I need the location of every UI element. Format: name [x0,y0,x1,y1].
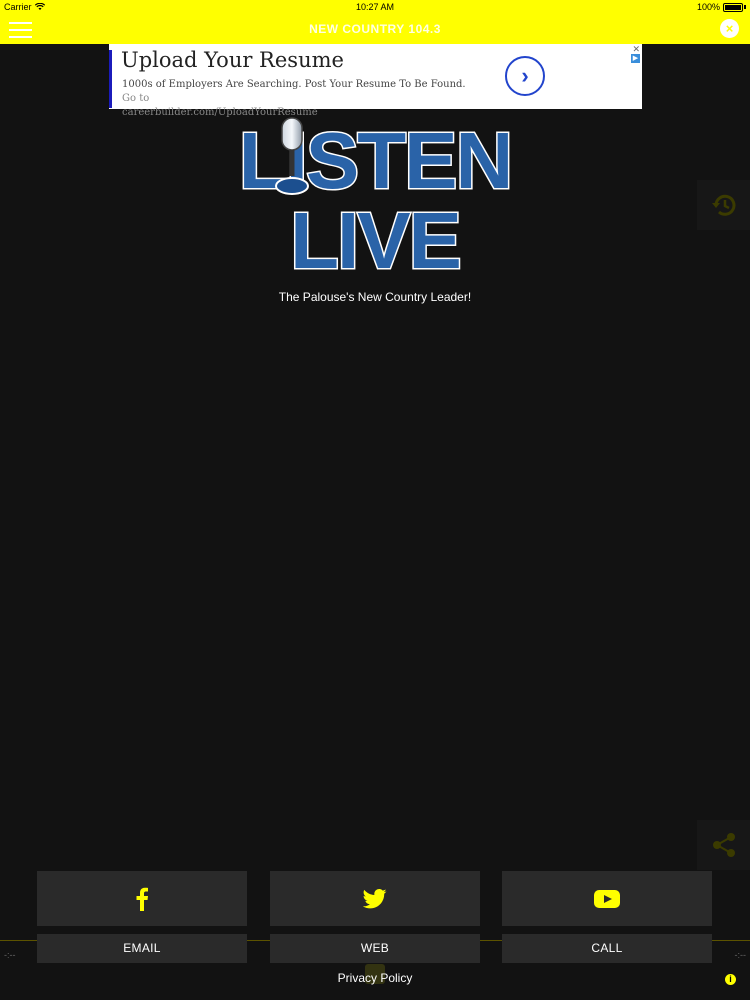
twitter-icon [363,888,387,908]
history-button[interactable] [697,180,750,230]
battery-icon [723,2,743,12]
youtube-icon [594,889,620,908]
nav-bar: NEW COUNTRY 104.3 × [0,14,750,44]
share-icon [712,833,735,857]
listen-live-logo: LISTEN LIVE [237,116,514,276]
privacy-policy-link[interactable]: Privacy Policy [0,971,750,985]
adchoices-icon[interactable]: ▶ [631,54,640,63]
ad-body[interactable]: 1000s of Employers Are Searching. Post Y… [122,78,472,120]
ad-accent-bar [109,50,112,108]
facebook-button[interactable] [37,871,247,926]
call-button[interactable]: CALL [502,934,712,963]
battery-percent: 100% [696,2,720,12]
elapsed-time: -:-- [4,950,16,960]
ad-body-text: 1000s of Employers Are Searching. Post Y… [122,79,466,90]
station-tagline: The Palouse's New Country Leader! [278,290,472,304]
close-icon[interactable]: × [720,19,739,38]
ad-title[interactable]: Upload Your Resume [121,48,344,72]
ad-arrow-button[interactable]: › [505,56,545,96]
battery-tip [744,5,746,9]
status-right: 100% [697,0,746,14]
status-bar: Carrier 10:27 AM 100% [0,0,750,14]
email-button[interactable]: EMAIL [37,934,247,963]
facebook-icon [136,887,148,911]
ad-goto: Go to [122,93,150,104]
ad-banner[interactable]: Upload Your Resume 1000s of Employers Ar… [109,44,642,118]
twitter-button[interactable] [270,871,480,926]
history-icon [711,194,735,216]
share-button[interactable] [697,820,750,870]
logo-line2: LIVE [290,196,460,276]
remaining-time: -:-- [734,950,747,960]
station-title: NEW COUNTRY 104.3 [309,22,441,36]
info-icon[interactable]: i [725,974,736,985]
youtube-button[interactable] [502,871,712,926]
web-button[interactable]: WEB [270,934,480,963]
status-time: 10:27 AM [355,2,395,12]
